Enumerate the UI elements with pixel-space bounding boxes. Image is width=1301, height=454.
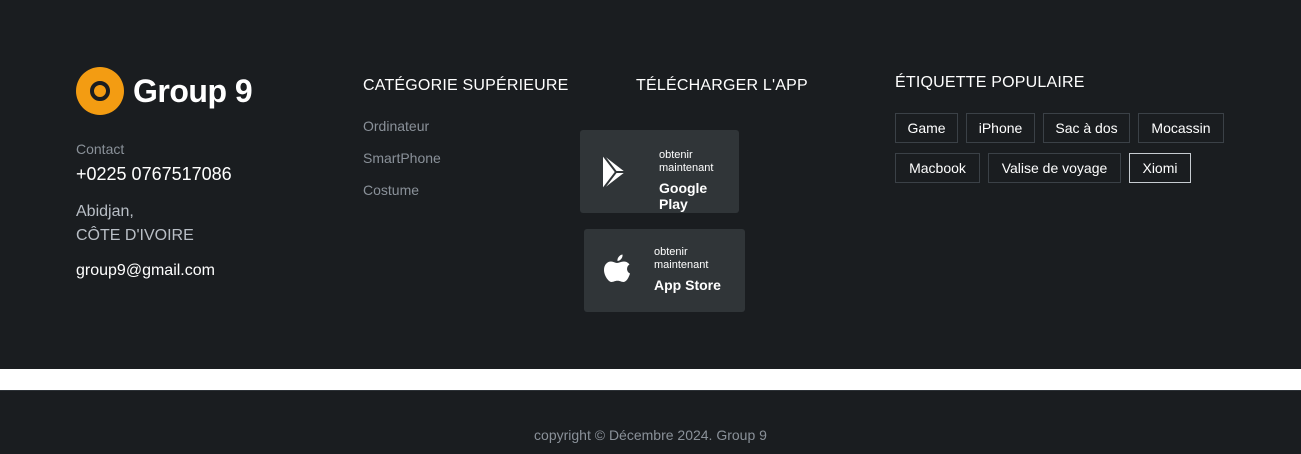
app-store-label: App Store xyxy=(654,277,721,293)
apple-icon xyxy=(604,254,630,282)
tag-macbook[interactable]: Macbook xyxy=(895,153,980,183)
tag-mocassin[interactable]: Mocassin xyxy=(1138,113,1224,143)
google-play-label: Google Play xyxy=(659,180,708,212)
contact-email[interactable]: group9@gmail.com xyxy=(76,262,215,280)
google-play-icon xyxy=(602,154,625,190)
tag-valise-de-voyage[interactable]: Valise de voyage xyxy=(988,153,1121,183)
brand-logo[interactable]: Group 9 xyxy=(76,67,253,115)
category-link-costume[interactable]: Costume xyxy=(363,182,419,198)
contact-label: Contact xyxy=(76,141,125,157)
app-store-button[interactable]: obtenir maintenant App Store xyxy=(584,229,745,312)
footer-bottom-bar xyxy=(0,390,1301,454)
footer-main: Group 9 Contact +0225 0767517086 Abidjan… xyxy=(0,0,1301,369)
brand-name: Group 9 xyxy=(133,72,253,109)
google-play-small-text: obtenir maintenant xyxy=(659,149,714,174)
tag-iphone[interactable]: iPhone xyxy=(966,113,1035,143)
category-link-smartphone[interactable]: SmartPhone xyxy=(363,150,441,166)
tag-xiomi[interactable]: Xiomi xyxy=(1129,153,1191,183)
copyright-text: copyright © Décembre 2024. Group 9 xyxy=(534,427,767,443)
tag-sac-a-dos[interactable]: Sac à dos xyxy=(1043,113,1130,143)
contact-country: CÔTE D'IVOIRE xyxy=(76,227,194,244)
contact-city: Abidjan, xyxy=(76,203,134,220)
tags-title: ÉTIQUETTE POPULAIRE xyxy=(895,74,1085,91)
app-download-title: TÉLÉCHARGER L'APP xyxy=(636,77,808,94)
app-store-small-text: obtenir maintenant xyxy=(654,246,709,271)
ring-logo-icon xyxy=(76,67,124,115)
tag-game[interactable]: Game xyxy=(895,113,958,143)
category-link-ordinateur[interactable]: Ordinateur xyxy=(363,118,429,134)
contact-phone[interactable]: +0225 0767517086 xyxy=(76,164,232,185)
categories-title: CATÉGORIE SUPÉRIEURE xyxy=(363,77,569,94)
google-play-button[interactable]: obtenir maintenant Google Play xyxy=(580,130,739,213)
